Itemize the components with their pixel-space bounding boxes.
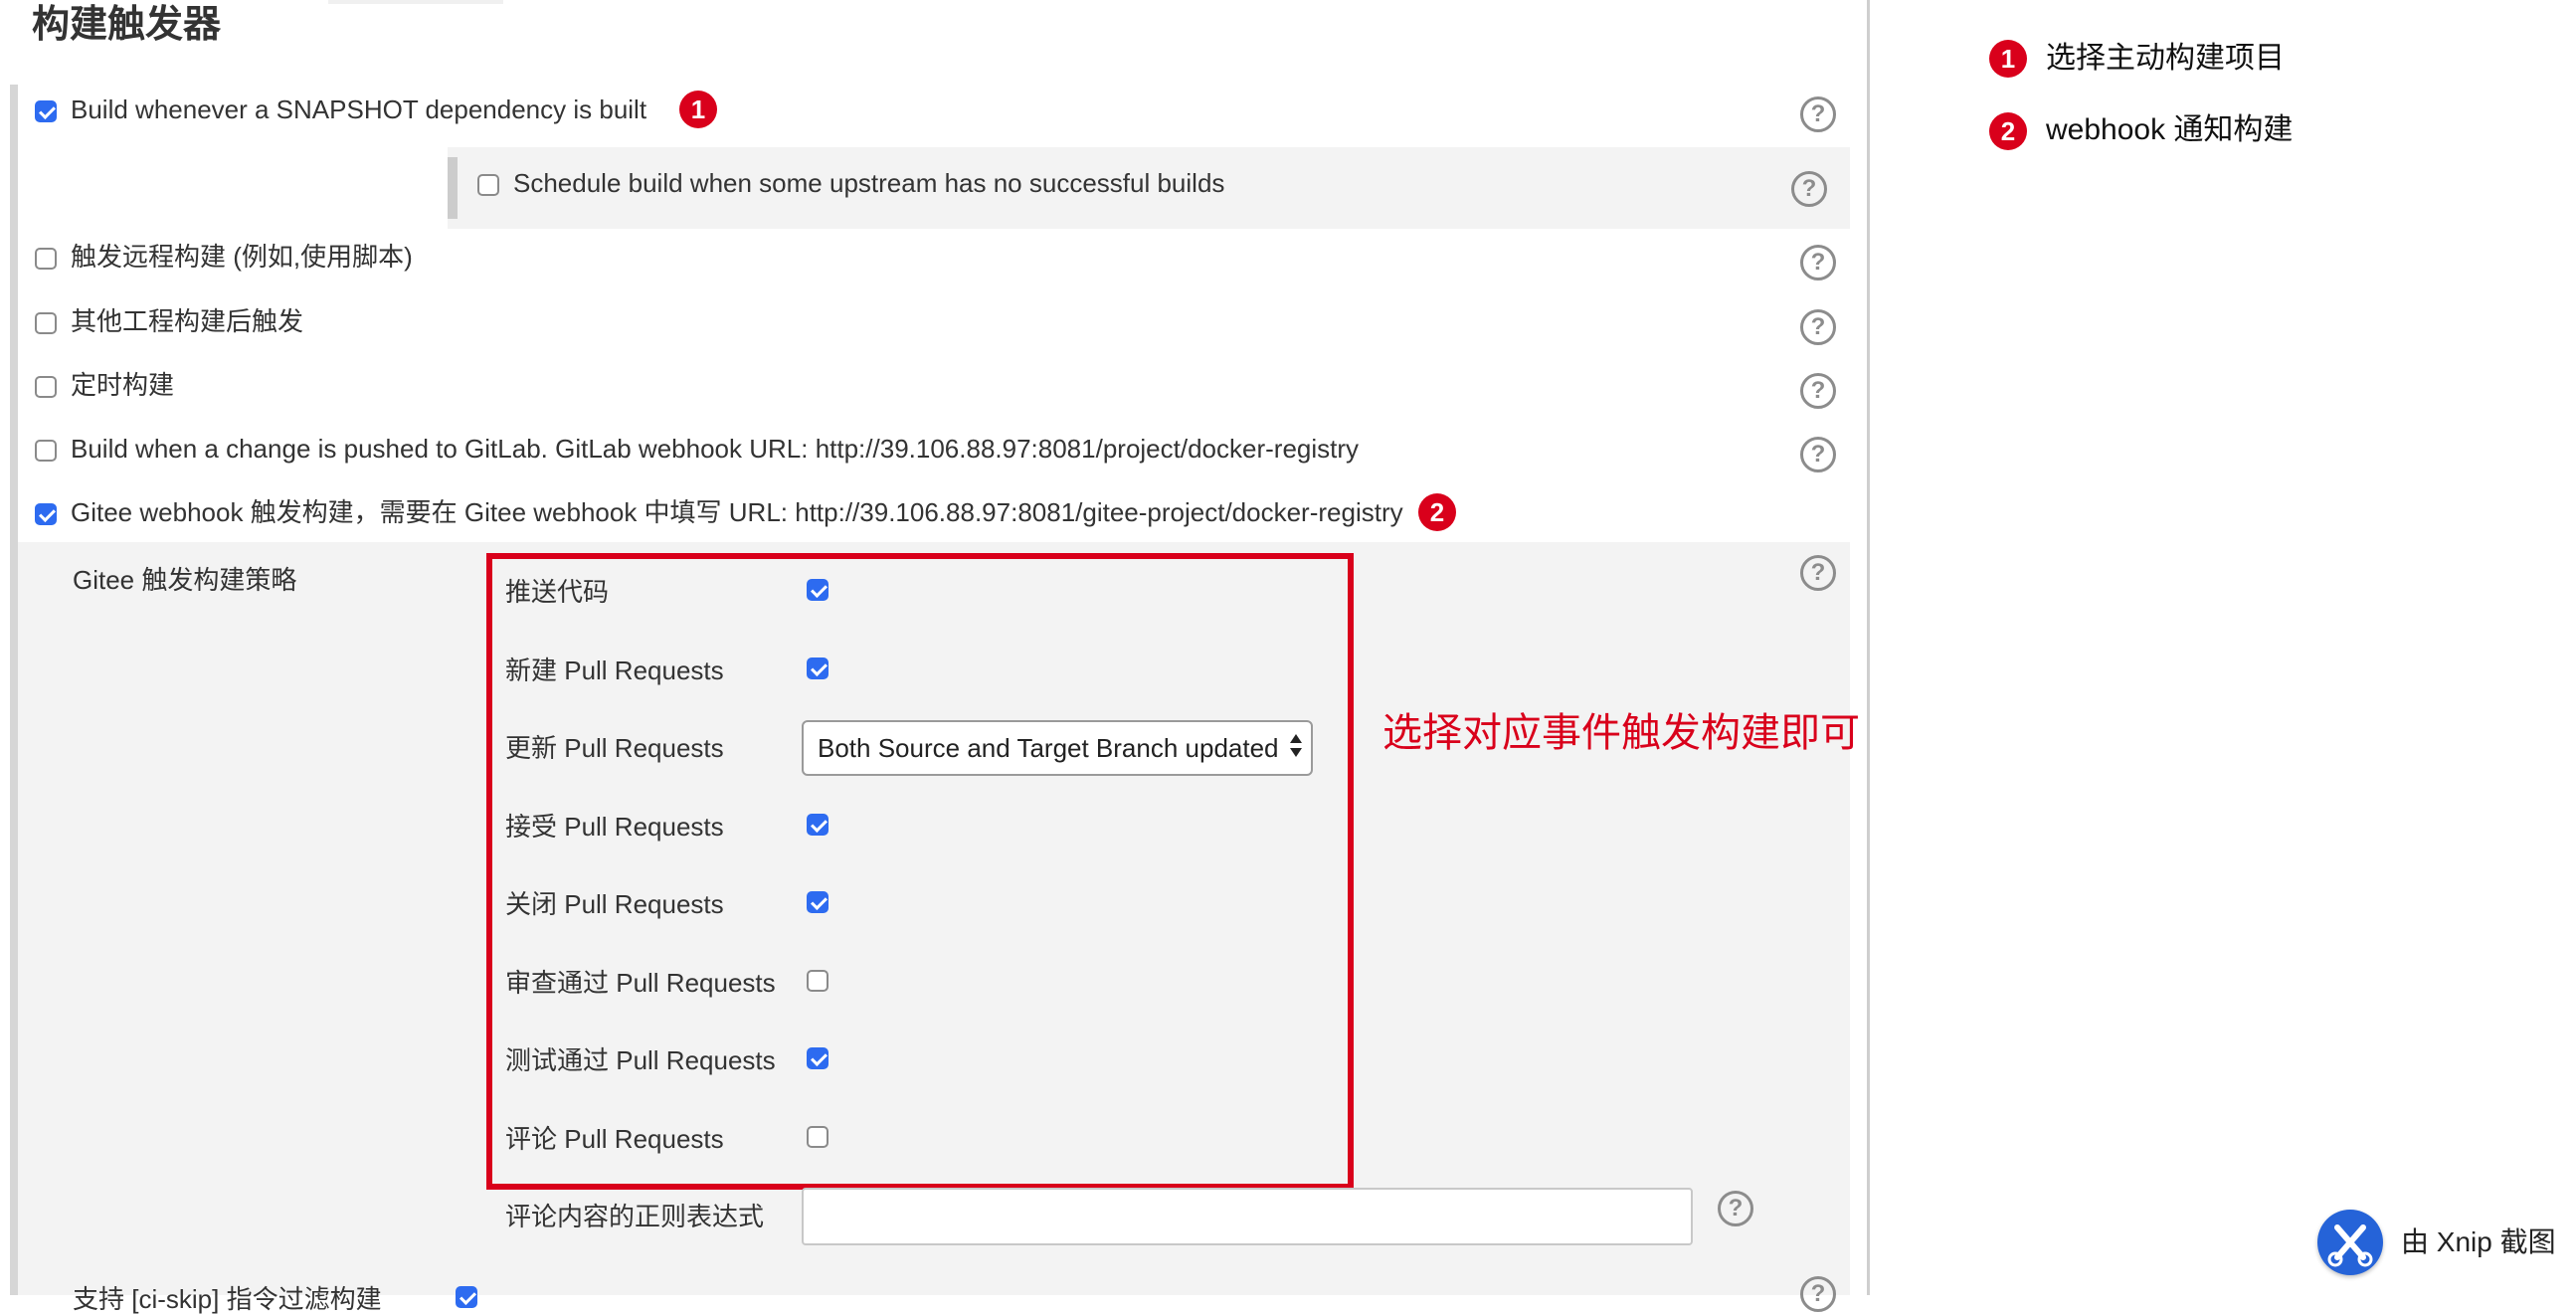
snapshot-label: Build whenever a SNAPSHOT dependency is … [71, 94, 647, 124]
help-icon[interactable]: ? [1800, 245, 1836, 281]
help-icon[interactable]: ? [1800, 373, 1836, 409]
snapshot-checkbox[interactable] [35, 100, 57, 122]
gitlab-label: Build when a change is pushed to GitLab.… [71, 434, 1360, 464]
comment-regex-input[interactable] [802, 1188, 1693, 1245]
help-icon[interactable]: ? [1800, 555, 1836, 591]
gitee-webhook-label: Gitee webhook 触发构建，需要在 Gitee webhook 中填写… [71, 497, 1403, 527]
legend-text-2: webhook 通知构建 [2046, 113, 2294, 146]
upstream-label: Schedule build when some upstream has no… [513, 168, 1225, 198]
legend-text-1: 选择主动构建项目 [2046, 42, 2285, 75]
after-other-checkbox[interactable] [35, 312, 57, 334]
panel-border [1867, 0, 1870, 1295]
upstream-indent-bar [448, 157, 458, 219]
remote-trigger-label: 触发远程构建 (例如,使用脚本) [71, 242, 413, 272]
section-title: 构建触发器 [32, 4, 222, 46]
remote-trigger-checkbox[interactable] [35, 248, 57, 270]
help-icon[interactable]: ? [1718, 1191, 1753, 1226]
after-other-label: 其他工程构建后触发 [71, 306, 304, 336]
annotation-text: 选择对应事件触发构建即可 [1382, 711, 1860, 755]
title-tab [328, 0, 503, 4]
gitlab-checkbox[interactable] [35, 440, 57, 462]
ci-skip-label: 支持 [ci-skip] 指令过滤构建 [73, 1284, 382, 1314]
help-icon[interactable]: ? [1800, 437, 1836, 472]
gitee-strategy-label: Gitee 触发构建策略 [73, 565, 297, 595]
ci-skip-checkbox[interactable] [456, 1286, 477, 1308]
gitee-webhook-checkbox[interactable] [35, 503, 57, 525]
comment-regex-label: 评论内容的正则表达式 [505, 1202, 765, 1231]
section-indent-bar [10, 85, 18, 1295]
help-icon[interactable]: ? [1800, 1276, 1836, 1312]
badge-2: 2 [1418, 493, 1456, 531]
xnip-watermark: 由 Xnip 截图 [2401, 1226, 2556, 1257]
upstream-checkbox[interactable] [477, 174, 499, 196]
periodic-build-checkbox[interactable] [35, 376, 57, 398]
help-icon[interactable]: ? [1800, 309, 1836, 345]
periodic-build-label: 定时构建 [71, 370, 175, 400]
legend-badge-2: 2 [1989, 112, 2027, 150]
help-icon[interactable]: ? [1800, 96, 1836, 132]
help-icon[interactable]: ? [1791, 171, 1827, 207]
highlight-box [486, 553, 1354, 1190]
legend-badge-1: 1 [1989, 40, 2027, 78]
xnip-logo-icon [2317, 1210, 2383, 1275]
badge-1: 1 [679, 91, 717, 128]
